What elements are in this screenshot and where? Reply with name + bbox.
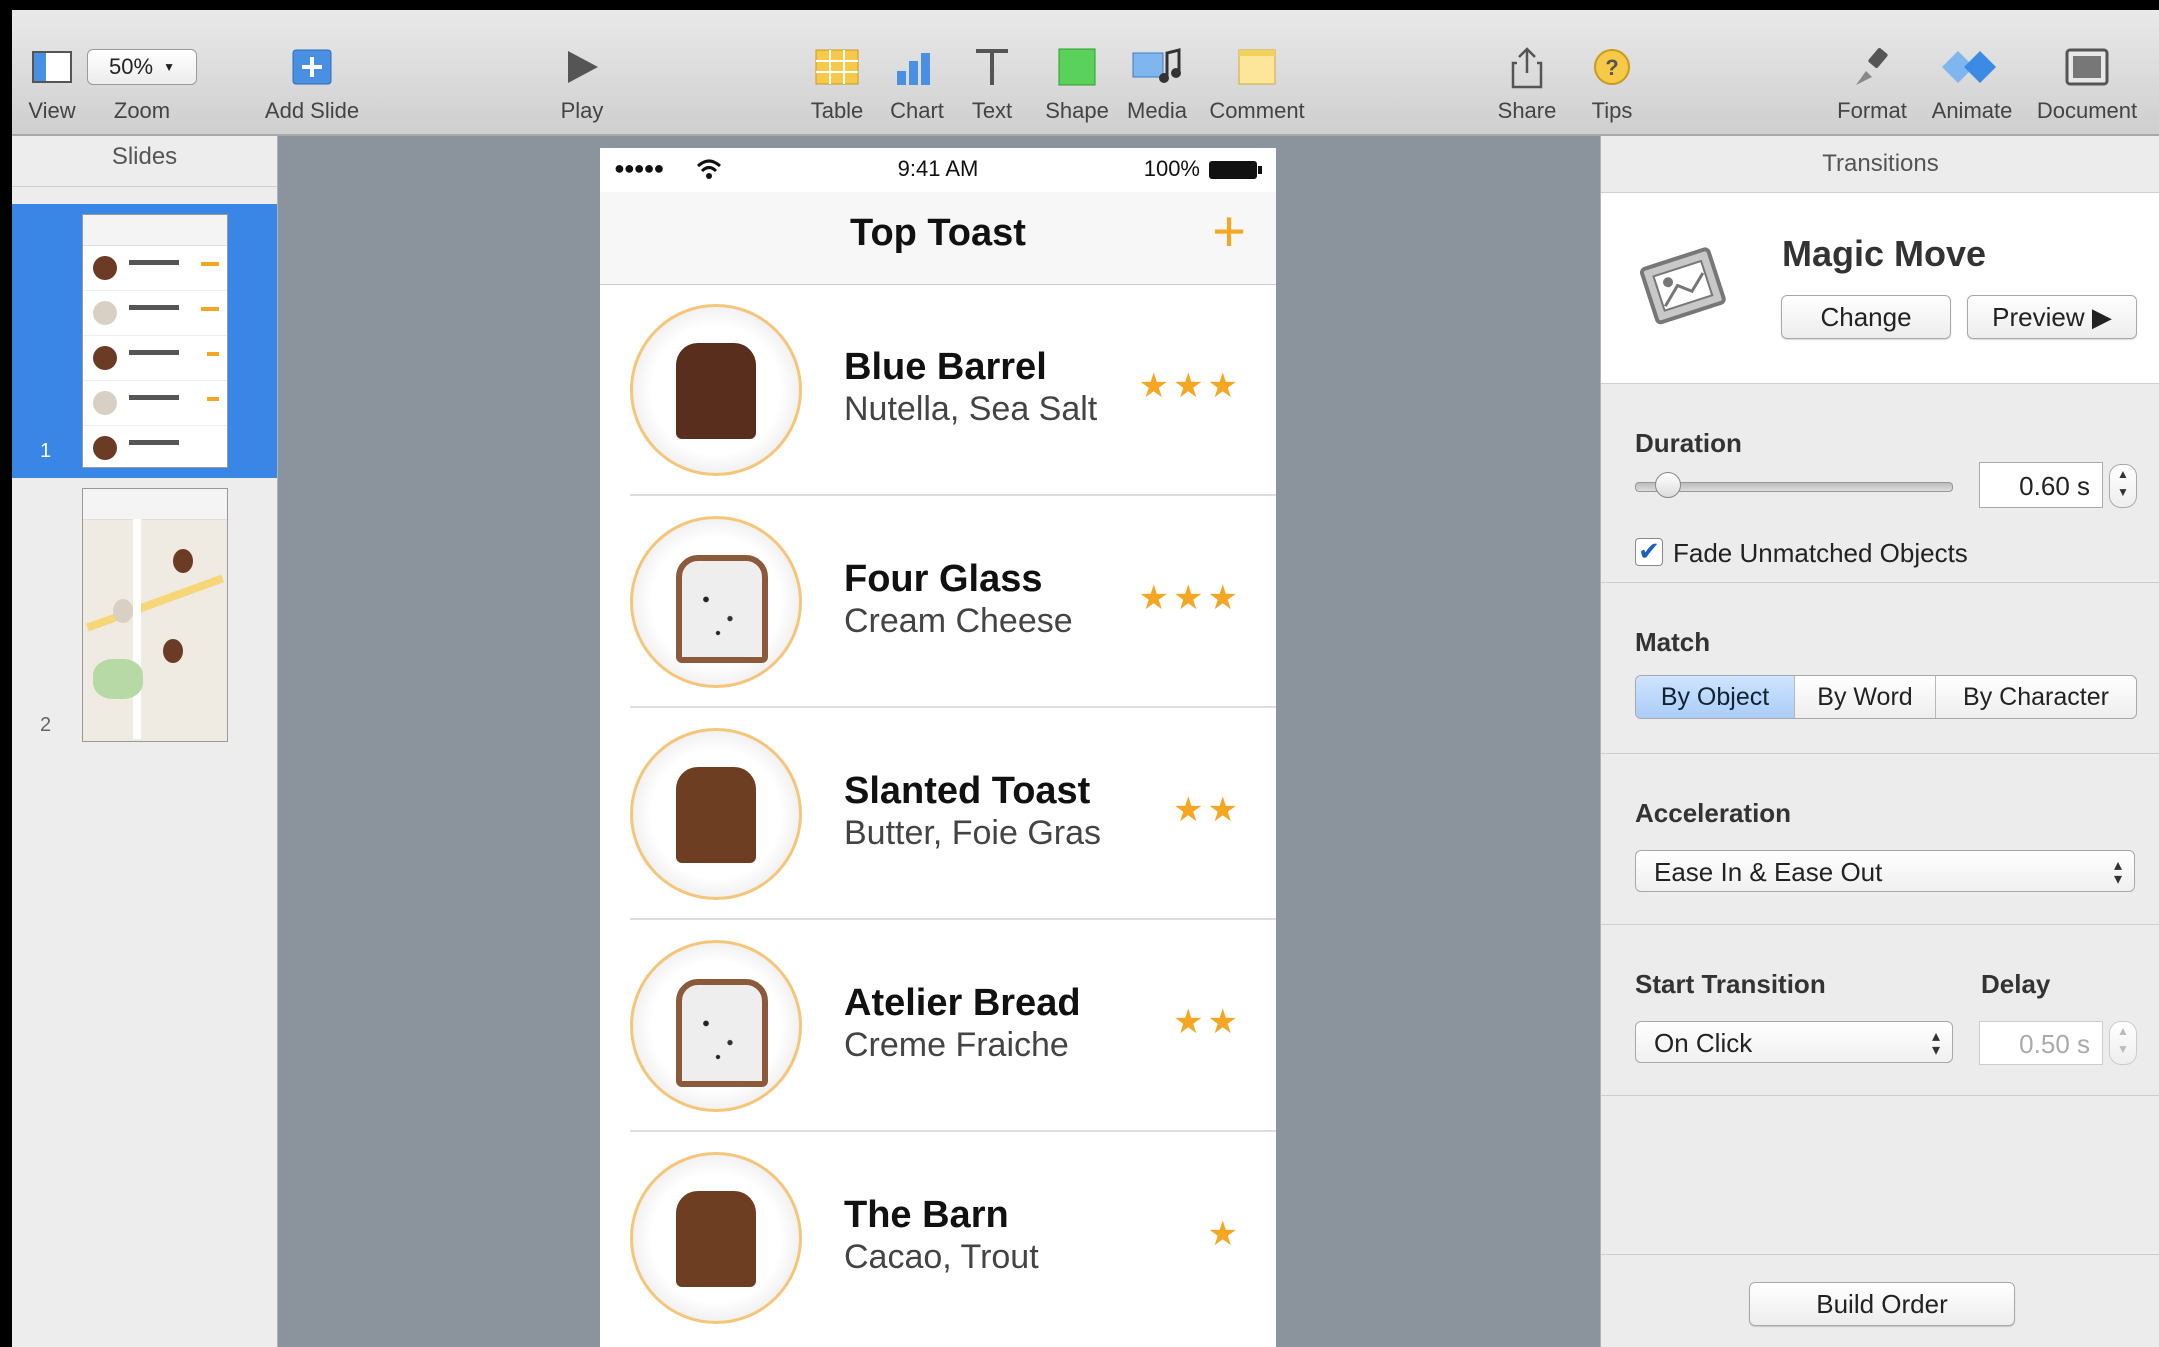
match-segmented-control[interactable]: By Object By Word By Character	[1635, 675, 2137, 719]
fade-label: Fade Unmatched Objects	[1673, 538, 1968, 568]
start-transition-popup[interactable]: On Click ▴ ▾	[1635, 1021, 1953, 1063]
add-slide-icon	[292, 49, 332, 85]
paintbrush-icon	[1856, 48, 1888, 85]
list-item[interactable]: Blue Barrel Nutella, Sea Salt ★★★	[600, 284, 1276, 496]
duration-slider-knob[interactable]	[1654, 472, 1681, 498]
popup-arrows-icon: ▴ ▾	[1931, 1028, 1940, 1059]
text-button[interactable]: Text	[962, 42, 1022, 124]
zoom-popup[interactable]: 50% ▼	[87, 49, 197, 85]
play-button[interactable]: Play	[547, 42, 617, 124]
status-bar: ●●●●● 9:41 AM 100%	[600, 148, 1276, 192]
acceleration-popup[interactable]: Ease In & Ease Out ▴ ▾	[1635, 850, 2135, 892]
nav-bar: Top Toast +	[600, 192, 1276, 285]
toast-image	[630, 304, 802, 476]
chevron-down-icon: ▼	[163, 60, 175, 74]
text-icon	[976, 49, 1008, 85]
rating-stars: ★★★	[1138, 367, 1242, 405]
rating-stars: ★★	[1173, 1003, 1242, 1041]
effect-section: Magic Move Change Preview ▶	[1601, 193, 2159, 384]
document-icon	[2065, 48, 2109, 86]
toast-image	[630, 940, 802, 1112]
share-button[interactable]: Share	[1492, 42, 1562, 124]
keynote-window: View 50% ▼ Zoom Add Slide Play Table Char…	[12, 10, 2159, 1347]
list-item[interactable]: The Barn Cacao, Trout ★	[600, 1132, 1276, 1344]
comment-icon	[1238, 49, 1276, 85]
table-icon	[815, 49, 859, 85]
list-item[interactable]: Slanted Toast Butter, Foie Gras ★★	[600, 708, 1276, 920]
view-icon	[32, 51, 72, 83]
shape-icon	[1058, 48, 1096, 86]
inspector-title: Transitions	[1601, 136, 2159, 193]
slide-canvas[interactable]: ●●●●● 9:41 AM 100% Top Toast + Blue Barr…	[600, 148, 1276, 1347]
match-by-word[interactable]: By Word	[1795, 676, 1936, 718]
slides-title: Slides	[12, 136, 277, 187]
zoom-control[interactable]: 50% ▼ Zoom	[82, 42, 202, 124]
view-button[interactable]: View	[22, 42, 82, 124]
slide-thumbnail-1[interactable]: 1	[12, 204, 277, 478]
effect-name: Magic Move	[1782, 233, 1987, 274]
magic-move-icon	[1639, 247, 1726, 325]
add-slide-button[interactable]: Add Slide	[262, 42, 362, 124]
document-button[interactable]: Document	[2032, 42, 2142, 124]
media-button[interactable]: Media	[1122, 42, 1192, 124]
match-by-object[interactable]: By Object	[1636, 676, 1795, 718]
match-by-character[interactable]: By Character	[1936, 676, 2136, 718]
build-order-button[interactable]: Build Order	[1749, 1282, 2015, 1326]
slide-preview-2	[82, 488, 228, 742]
table-button[interactable]: Table	[802, 42, 872, 124]
media-icon	[1132, 48, 1181, 83]
comment-button[interactable]: Comment	[1202, 42, 1312, 124]
start-section: Start Transition Delay On Click ▴ ▾ 0.50 …	[1601, 925, 2159, 1096]
delay-field: 0.50 s	[1979, 1021, 2103, 1065]
page-title: Top Toast	[850, 212, 1026, 254]
duration-section: Duration 0.60 s ▲ ▼ ✔ Fade Unmatched Obje…	[1601, 384, 2159, 583]
svg-text:?: ?	[1605, 55, 1618, 80]
toast-image	[630, 516, 802, 688]
slides-navigator: Slides 1 2	[12, 136, 278, 1347]
toast-image	[630, 1152, 802, 1324]
rating-stars: ★★	[1173, 791, 1242, 829]
chart-button[interactable]: Chart	[882, 42, 952, 124]
toolbar: View 50% ▼ Zoom Add Slide Play Table Char…	[12, 10, 2159, 136]
duration-stepper[interactable]: ▲ ▼	[2109, 464, 2137, 508]
slide-preview-1	[82, 214, 228, 468]
match-section: Match By Object By Word By Character	[1601, 583, 2159, 754]
battery-icon	[1209, 161, 1262, 179]
list-item[interactable]: Atelier Bread Creme Fraiche ★★	[600, 920, 1276, 1132]
change-button[interactable]: Change	[1781, 295, 1951, 339]
rating-stars: ★	[1207, 1215, 1242, 1253]
shape-button[interactable]: Shape	[1042, 42, 1112, 124]
duration-field[interactable]: 0.60 s	[1979, 462, 2103, 508]
play-icon	[568, 51, 598, 83]
slide-thumbnail-2[interactable]: 2	[12, 478, 277, 752]
share-icon	[1511, 47, 1543, 89]
duration-slider[interactable]	[1635, 482, 1953, 492]
fade-checkbox[interactable]: ✔	[1635, 538, 1663, 566]
add-icon[interactable]: +	[1212, 202, 1246, 262]
tips-button[interactable]: ? Tips	[1582, 42, 1642, 124]
transitions-inspector: Transitions Magic Move Change Preview ▶ …	[1600, 136, 2159, 1347]
preview-button[interactable]: Preview ▶	[1967, 295, 2137, 339]
question-icon: ?	[1594, 49, 1630, 85]
popup-arrows-icon: ▴ ▾	[2113, 857, 2122, 888]
list-item[interactable]: Four Glass Cream Cheese ★★★	[600, 496, 1276, 708]
delay-stepper: ▲ ▼	[2109, 1021, 2137, 1065]
acceleration-section: Acceleration Ease In & Ease Out ▴ ▾	[1601, 754, 2159, 925]
format-button[interactable]: Format	[1832, 42, 1912, 124]
rating-stars: ★★★	[1138, 579, 1242, 617]
toast-image	[630, 728, 802, 900]
animate-icon	[1942, 51, 1996, 83]
battery-percent: 100%	[1143, 156, 1200, 181]
chart-icon	[897, 53, 930, 85]
animate-button[interactable]: Animate	[1922, 42, 2022, 124]
